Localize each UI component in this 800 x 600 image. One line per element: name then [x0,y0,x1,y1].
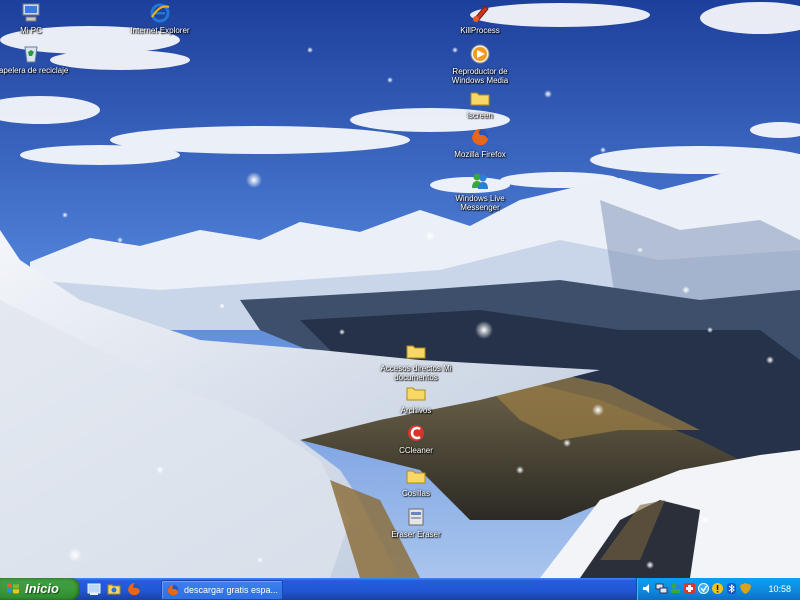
accesos-directos-label: Accesos directos Mi documentos [380,364,452,382]
lscreen-folder-icon[interactable]: lscreen [442,87,518,120]
bluetooth-icon[interactable] [725,582,738,595]
ccleaner-icon-glyph [408,425,424,441]
firefox-quick-icon[interactable] [126,581,142,597]
reproductor-windows-media-icon[interactable]: Reproductor de Windows Media [442,43,518,85]
desktop[interactable]: Mi PC Papelera de reciclaje Internet Exp… [0,0,800,578]
start-label: Inicio [25,581,59,596]
windows-live-messenger-icon[interactable]: Windows Live Messenger [442,170,518,212]
killprocess-icon-glyph [473,5,489,22]
killprocess-label: KillProcess [460,26,500,35]
network-icon[interactable] [655,582,668,595]
windows-flag-icon [7,583,19,594]
media-player-icon [470,44,490,64]
eraser-icon[interactable]: Eraser Eraser [378,506,454,539]
folder-icon [470,92,490,106]
reproductor-label: Reproductor de Windows Media [451,67,509,85]
taskbar-window-button[interactable]: descargar gratis espa... [161,580,283,600]
show-desktop-icon[interactable] [86,581,102,597]
killprocess-icon[interactable]: KillProcess [442,2,518,35]
messenger-icon [472,173,488,189]
antivirus-icon[interactable] [683,582,696,595]
system-tray: 10:58 [636,578,800,600]
clock[interactable]: 10:58 [768,578,791,600]
messenger-tray-icon[interactable] [669,582,682,595]
lscreen-label: lscreen [467,111,493,120]
cosillas-label: Cosillas [401,489,430,498]
speaker-icon[interactable] [641,582,654,595]
mi-pc-icon[interactable]: Mi PC [0,2,69,35]
eraser-icon-glyph [408,508,424,526]
ccleaner-icon[interactable]: CCleaner [378,422,454,455]
accesos-directos-folder-icon[interactable]: Accesos directos Mi documentos [378,340,454,382]
archivos-folder-icon[interactable]: Archivos [378,382,454,415]
mozilla-firefox-icon[interactable]: Mozilla Firefox [442,126,518,159]
messenger-label: Windows Live Messenger [455,194,505,212]
internet-explorer-icon-glyph [150,3,170,23]
taskbar: Inicio descargar gratis espa... 10:58 [0,578,800,600]
warning-icon[interactable] [711,582,724,595]
internet-explorer-icon[interactable]: Internet Explorer [122,2,198,35]
papelera-icon[interactable]: Papelera de reciclaje [0,42,69,75]
mi-pc-label: Mi PC [20,26,42,35]
cosillas-folder-icon[interactable]: Cosillas [378,465,454,498]
shield-tray-icon[interactable] [739,582,752,595]
papelera-label: Papelera de reciclaje [0,66,69,75]
folder-icon [406,470,426,484]
archivos-label: Archivos [400,406,432,415]
taskbar-window-title: descargar gratis espa... [184,585,279,595]
folder-icon [406,387,426,401]
eraser-label: Eraser Eraser [391,530,441,539]
internet-explorer-label: Internet Explorer [130,26,190,35]
folder-icon [406,345,426,359]
firefox-label: Mozilla Firefox [454,150,506,159]
recycle-bin-icon [24,46,38,63]
computer-icon [22,3,40,22]
windows-explorer-icon[interactable] [106,581,122,597]
update-icon[interactable] [697,582,710,595]
ccleaner-label: CCleaner [399,446,433,455]
firefox-window-icon [167,584,179,596]
firefox-icon [472,129,488,146]
start-button[interactable]: Inicio [0,578,80,600]
